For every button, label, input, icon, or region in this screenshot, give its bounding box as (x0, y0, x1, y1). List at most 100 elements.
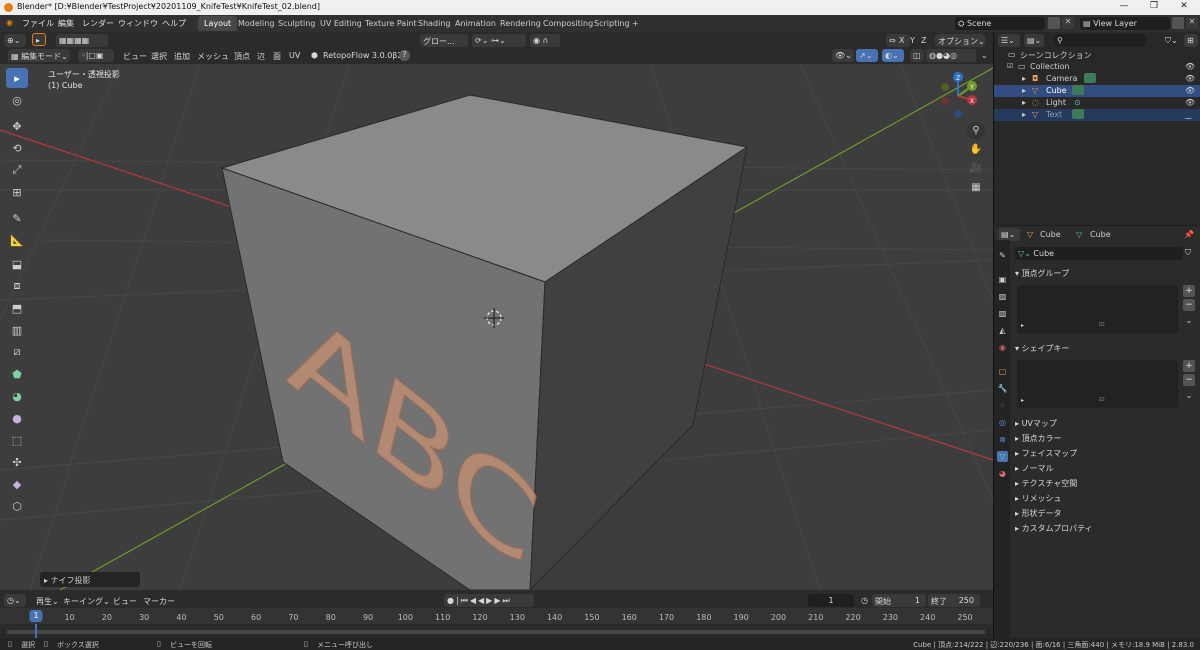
smooth-tool-icon[interactable]: ● (6, 408, 28, 428)
move-tool-icon[interactable]: ✥ (6, 116, 28, 136)
shading-options-icon[interactable]: ⌄ (978, 49, 990, 62)
proportional-edit-icon[interactable]: ◉ ∩ (530, 34, 560, 47)
close-button[interactable]: ✕ (1170, 1, 1198, 13)
menu-add[interactable]: 追加 (171, 49, 193, 62)
view-layer-tab-icon[interactable]: ▧ (997, 308, 1008, 319)
inset-tool-icon[interactable]: ⧈ (6, 276, 28, 296)
face-maps-section[interactable]: ▸ フェイスマップ (1015, 448, 1077, 459)
shape-keys-header[interactable]: ▾ シェイプキー (1015, 343, 1070, 354)
start-frame-field[interactable]: 開始 1 (872, 594, 926, 607)
outliner-row-text[interactable]: ▸ ▽ Text ‿ (994, 109, 1200, 121)
menu-select[interactable]: 選択 (148, 49, 170, 62)
uv-maps-section[interactable]: ▸ UVマップ (1015, 418, 1057, 429)
editor-type-icon[interactable]: ⊕⌄ (4, 34, 26, 47)
vertex-colors-section[interactable]: ▸ 頂点カラー (1015, 433, 1062, 444)
object-tab-icon[interactable]: ▢ (997, 366, 1008, 377)
menu-timeline-view[interactable]: ビュー (110, 594, 140, 607)
mirror-x-label[interactable]: X (896, 34, 906, 47)
visibility-icon[interactable]: 👁⌄ (832, 49, 854, 62)
collection-checkbox[interactable]: ☑ (1007, 62, 1013, 70)
outliner-row-camera[interactable]: ▸ ◘ Camera 👁 (994, 73, 1200, 85)
current-frame-field[interactable]: 1 (808, 594, 854, 607)
camera-view-icon[interactable]: 🎥 (967, 160, 985, 178)
blender-menu-icon[interactable]: ◉ (6, 18, 13, 27)
list-resize-handle[interactable]: ⁝⁝⁝ (1099, 396, 1105, 403)
remesh-section[interactable]: ▸ リメッシュ (1015, 493, 1062, 504)
edge-slide-tool-icon[interactable]: ⬚ (6, 430, 28, 450)
add-vertex-group-button[interactable]: + (1183, 285, 1195, 297)
annotate-tool-icon[interactable]: ✎ (6, 208, 28, 228)
physics-tab-icon[interactable]: ◎ (997, 417, 1008, 428)
spin-tool-icon[interactable]: ◕ (6, 386, 28, 406)
light-visibility-icon[interactable]: 👁 (1185, 98, 1195, 107)
pin-icon[interactable]: 📌 (1184, 230, 1194, 239)
material-tab-icon[interactable]: ◕ (997, 468, 1008, 479)
poly-build-tool-icon[interactable]: ⬟ (6, 364, 28, 384)
object-crumb-label[interactable]: Cube (1040, 230, 1061, 239)
menu-edge[interactable]: 辺 (254, 49, 268, 62)
menu-help[interactable]: ヘルプ (162, 18, 186, 29)
outliner-collection-row[interactable]: ☑ ▭ Collection 👁 (994, 61, 1200, 73)
list-resize-handle[interactable]: ⁝⁝⁝ (1099, 321, 1105, 328)
mirror-z-label[interactable]: Z (918, 34, 928, 47)
preview-range-icon[interactable]: ◷ (858, 594, 871, 607)
text-data-icon[interactable] (1072, 109, 1084, 119)
minimize-button[interactable]: — (1110, 1, 1138, 13)
vertex-groups-header[interactable]: ▾ 頂点グループ (1015, 268, 1069, 279)
outliner-row-cube[interactable]: ▸ ▽ Cube 👁 (994, 85, 1200, 97)
particles-tab-icon[interactable]: ⁘ (997, 400, 1008, 411)
menu-face[interactable]: 面 (270, 49, 284, 62)
vertex-group-menu-icon[interactable]: ⌄ (1183, 316, 1195, 325)
help-icon[interactable]: ? (399, 50, 410, 61)
shear-tool-icon[interactable]: ◆ (6, 474, 28, 494)
texture-space-section[interactable]: ▸ テクスチャ空間 (1015, 478, 1077, 489)
end-frame-field[interactable]: 終了 250 (928, 594, 980, 607)
menu-edit[interactable]: 編集 (58, 18, 74, 29)
perspective-toggle-icon[interactable]: ▦ (967, 179, 985, 197)
playhead-line[interactable] (35, 624, 37, 638)
viewlayer-selector[interactable]: ▤ View Layer (1080, 17, 1170, 30)
new-viewlayer-icon[interactable] (1172, 17, 1184, 29)
scale-tool-icon[interactable]: ⤢ (6, 160, 28, 180)
mirror-y-label[interactable]: Y (907, 34, 917, 47)
rotate-tool-icon[interactable]: ⟲ (6, 138, 28, 158)
cursor-tool-icon[interactable]: ◎ (6, 90, 28, 110)
select-box-tool-icon[interactable]: ▸ (6, 68, 28, 88)
menu-marker[interactable]: マーカー (140, 594, 178, 607)
selection-mode-icons[interactable]: ▦▦▦▦ (56, 34, 108, 47)
remove-vertex-group-button[interactable]: − (1183, 299, 1195, 311)
remove-shape-key-button[interactable]: − (1183, 374, 1195, 386)
timeline-scrollbar[interactable] (7, 630, 985, 634)
menu-uv[interactable]: UV (286, 49, 303, 62)
fake-user-icon[interactable]: ⛉ (1185, 248, 1191, 258)
camera-visibility-icon[interactable]: 👁 (1185, 74, 1195, 83)
add-workspace-button[interactable]: + (626, 16, 645, 31)
menu-file[interactable]: ファイル (22, 18, 54, 29)
scene-selector[interactable]: ⛭ Scene (955, 17, 1045, 30)
cube-mesh-data-icon[interactable] (1072, 85, 1084, 95)
transform-orientation[interactable]: グロー... (420, 34, 468, 47)
outliner-row-light[interactable]: ▸ ◌ Light ⊙ 👁 (994, 97, 1200, 109)
scene-tab-icon[interactable]: ◭ (997, 325, 1008, 336)
add-shape-key-button[interactable]: + (1183, 360, 1195, 372)
current-frame-marker[interactable]: 1 (29, 610, 43, 622)
geometry-data-section[interactable]: ▸ 形状データ (1015, 508, 1062, 519)
cube-visibility-icon[interactable]: 👁 (1185, 86, 1195, 95)
shrink-fatten-tool-icon[interactable]: ✣ (6, 452, 28, 472)
shape-keys-list[interactable]: ▸ ⁝⁝⁝ (1017, 360, 1178, 408)
timeline-editor-icon[interactable]: ◷⌄ (4, 594, 26, 607)
select-mode-icon[interactable]: ▸ (32, 33, 46, 46)
list-expand-icon[interactable]: ▸ (1021, 397, 1024, 404)
delete-scene-icon[interactable]: ✕ (1062, 17, 1074, 29)
loop-cut-tool-icon[interactable]: ▥ (6, 320, 28, 340)
shape-key-menu-icon[interactable]: ⌄ (1183, 391, 1195, 400)
shading-mode-icons[interactable]: ◍●◕◎ (926, 49, 976, 62)
mesh-data-tab-icon[interactable]: ▽ (997, 451, 1008, 462)
outliner-filter-icon[interactable]: ⛉⌄ (1162, 34, 1182, 47)
extrude-tool-icon[interactable]: ⬓ (6, 254, 28, 274)
camera-data-icon[interactable] (1084, 73, 1096, 83)
collection-visibility-icon[interactable]: 👁 (1185, 62, 1195, 71)
light-data-icon[interactable]: ⊙ (1074, 98, 1081, 107)
rip-tool-icon[interactable]: ⬡ (6, 496, 28, 516)
xray-icon[interactable]: ◫ (910, 49, 924, 62)
